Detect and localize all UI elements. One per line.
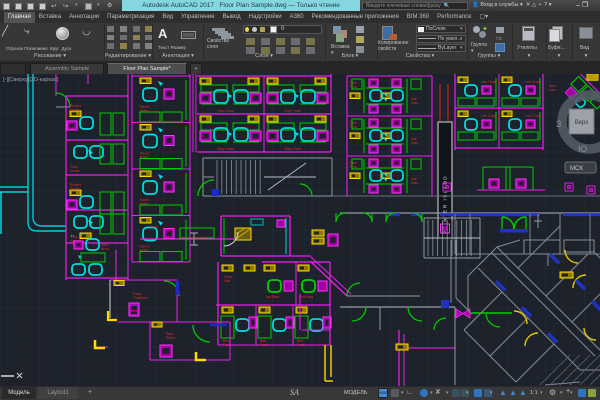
svg-text:Gary Yuan: Gary Yuan	[217, 109, 234, 113]
svg-text:Lee Chan: Lee Chan	[525, 80, 541, 84]
svg-text:Lee Chan: Lee Chan	[481, 114, 497, 118]
svg-text:Law: Law	[549, 88, 556, 92]
svg-text:Smith: Smith	[70, 187, 79, 191]
svg-text:Верх: Верх	[575, 120, 589, 126]
svg-text:Conf: Conf	[150, 225, 158, 229]
svg-text:Ina Katz: Ina Katz	[266, 295, 279, 299]
svg-text:МСК: МСК	[570, 166, 583, 172]
svg-text:Ю: Ю	[578, 144, 587, 154]
svg-text:Ruiz: Ruiz	[350, 85, 357, 89]
svg-text:Gary Yuan: Gary Yuan	[284, 147, 301, 151]
svg-text:Ford: Ford	[260, 343, 267, 347]
svg-text:Gary Yuan: Gary Yuan	[217, 147, 234, 151]
svg-text:Ruiz: Ruiz	[350, 125, 357, 129]
svg-text:З: З	[556, 119, 561, 129]
svg-text:Thornton: Thornton	[133, 296, 147, 300]
svg-text:[-][Сверху][2D-каркас]: [-][Сверху][2D-каркас]	[3, 77, 59, 83]
svg-text:Smith: Smith	[70, 108, 79, 112]
svg-text:Ina Katz: Ina Katz	[300, 295, 313, 299]
svg-text:Katz: Katz	[411, 181, 418, 185]
svg-text:Ford: Ford	[297, 343, 304, 347]
svg-text:Ruiz: Ruiz	[350, 165, 357, 169]
svg-text:Katz: Katz	[411, 101, 418, 105]
svg-text:Ford: Ford	[223, 343, 230, 347]
svg-text:Area: Area	[101, 247, 109, 251]
svg-text:Jones: Jones	[70, 169, 80, 173]
svg-text:Lee Chan: Lee Chan	[525, 114, 541, 118]
svg-text:Lee Chan: Lee Chan	[481, 80, 497, 84]
svg-text:Hall: Hall	[224, 279, 230, 283]
svg-text:H: H	[71, 233, 74, 238]
svg-text:Gary Yuan: Gary Yuan	[284, 109, 301, 113]
svg-text:Reed: Reed	[166, 336, 175, 340]
svg-text:Katz: Katz	[411, 141, 418, 145]
